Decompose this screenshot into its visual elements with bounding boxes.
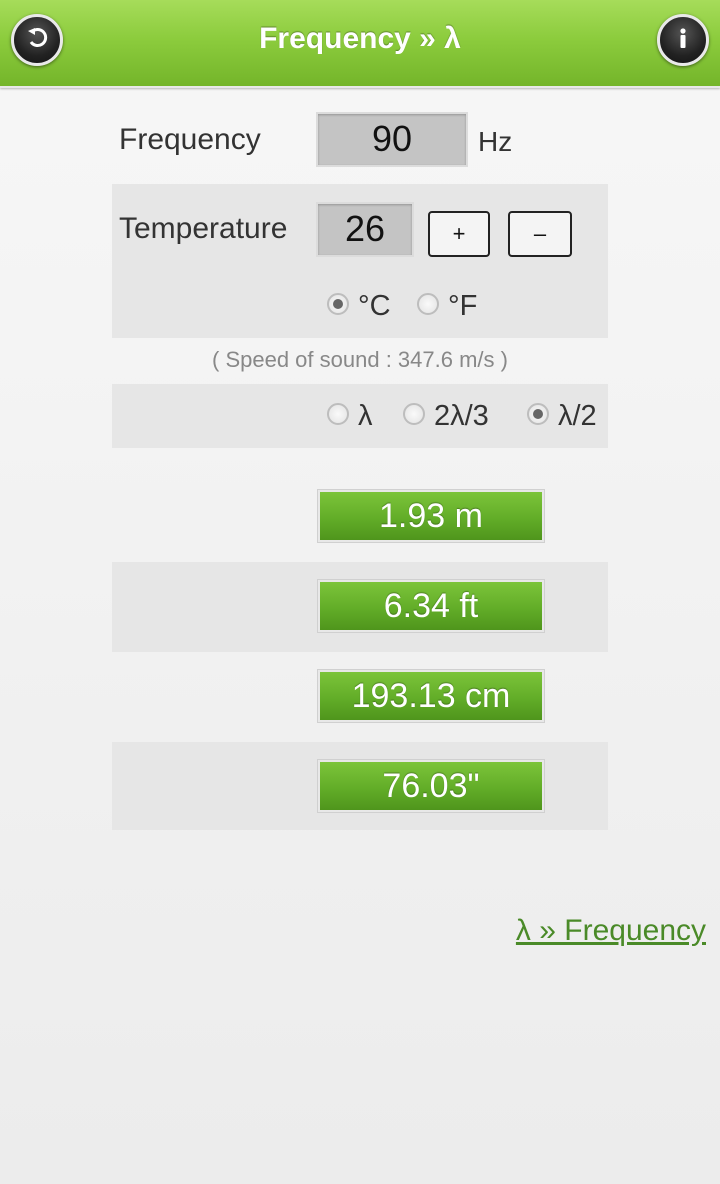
page-title: Frequency » λ [259,22,461,55]
half-lambda-radio[interactable] [527,403,549,425]
result-meters: 1.93 m [318,490,544,542]
frequency-label: Frequency [119,123,261,156]
decrease-temperature-button[interactable]: – [508,211,572,257]
info-icon [671,26,695,54]
result-inches: 76.03" [318,760,544,812]
result-centimeters: 193.13 cm [318,670,544,722]
two-thirds-lambda-radio[interactable] [403,403,425,425]
lambda-to-frequency-link[interactable]: λ » Frequency [516,914,706,948]
half-lambda-label: λ/2 [558,400,597,432]
result-feet: 6.34 ft [318,580,544,632]
fahrenheit-radio[interactable] [417,293,439,315]
two-thirds-lambda-label: 2λ/3 [434,400,489,432]
fahrenheit-label: °F [448,290,478,322]
temperature-input[interactable]: 26 [316,202,414,257]
frequency-input[interactable]: 90 [316,112,468,167]
increase-temperature-button[interactable]: + [428,211,490,257]
header-bar: Frequency » λ [0,0,720,88]
lambda-radio[interactable] [327,403,349,425]
frequency-unit: Hz [478,126,513,157]
speed-of-sound-text: ( Speed of sound : 347.6 m/s ) [212,347,508,372]
temperature-label: Temperature [119,212,288,245]
celsius-label: °C [358,290,391,322]
celsius-radio[interactable] [327,293,349,315]
info-button[interactable] [657,14,709,66]
lambda-label: λ [358,400,373,432]
